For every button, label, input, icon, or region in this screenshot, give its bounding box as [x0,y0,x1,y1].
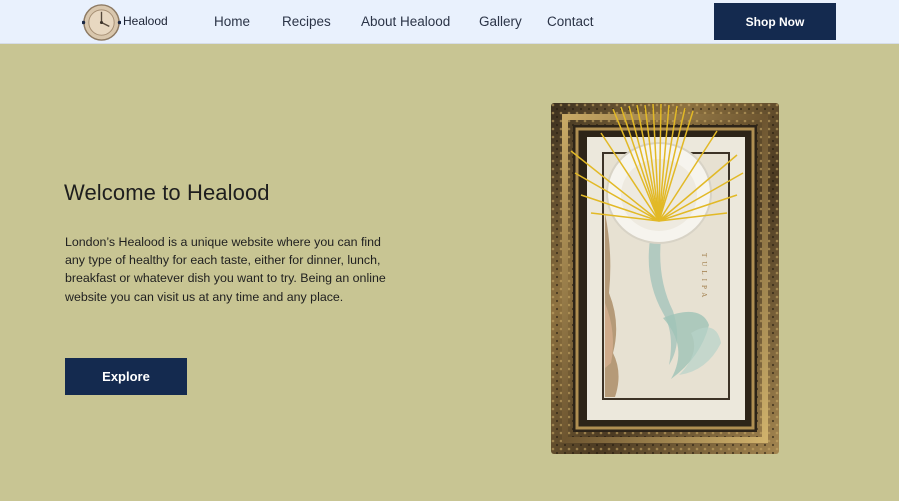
hero-description: London’s Healood is a unique website whe… [65,235,386,304]
nav-gallery[interactable]: Gallery [479,14,522,29]
shop-now-button[interactable]: Shop Now [714,3,836,40]
explore-button[interactable]: Explore [65,358,187,395]
brand-name: Healood [123,13,168,28]
nav-contact[interactable]: Contact [547,14,594,29]
hero-image-framed-pasta: TULIPA [551,103,779,454]
tulipa-caption: TULIPA [700,253,708,301]
svg-text:TULIPA: TULIPA [700,253,708,301]
nav-recipes[interactable]: Recipes [282,14,331,29]
top-navbar: Healood Home Recipes About Healood Galle… [0,0,899,44]
plate-clock-logo-icon [82,4,121,41]
nav-home[interactable]: Home [214,14,250,29]
hero-title: Welcome to Healood [64,180,270,205]
nav-about[interactable]: About Healood [361,14,450,29]
brand-logo[interactable]: Healood [82,3,168,42]
